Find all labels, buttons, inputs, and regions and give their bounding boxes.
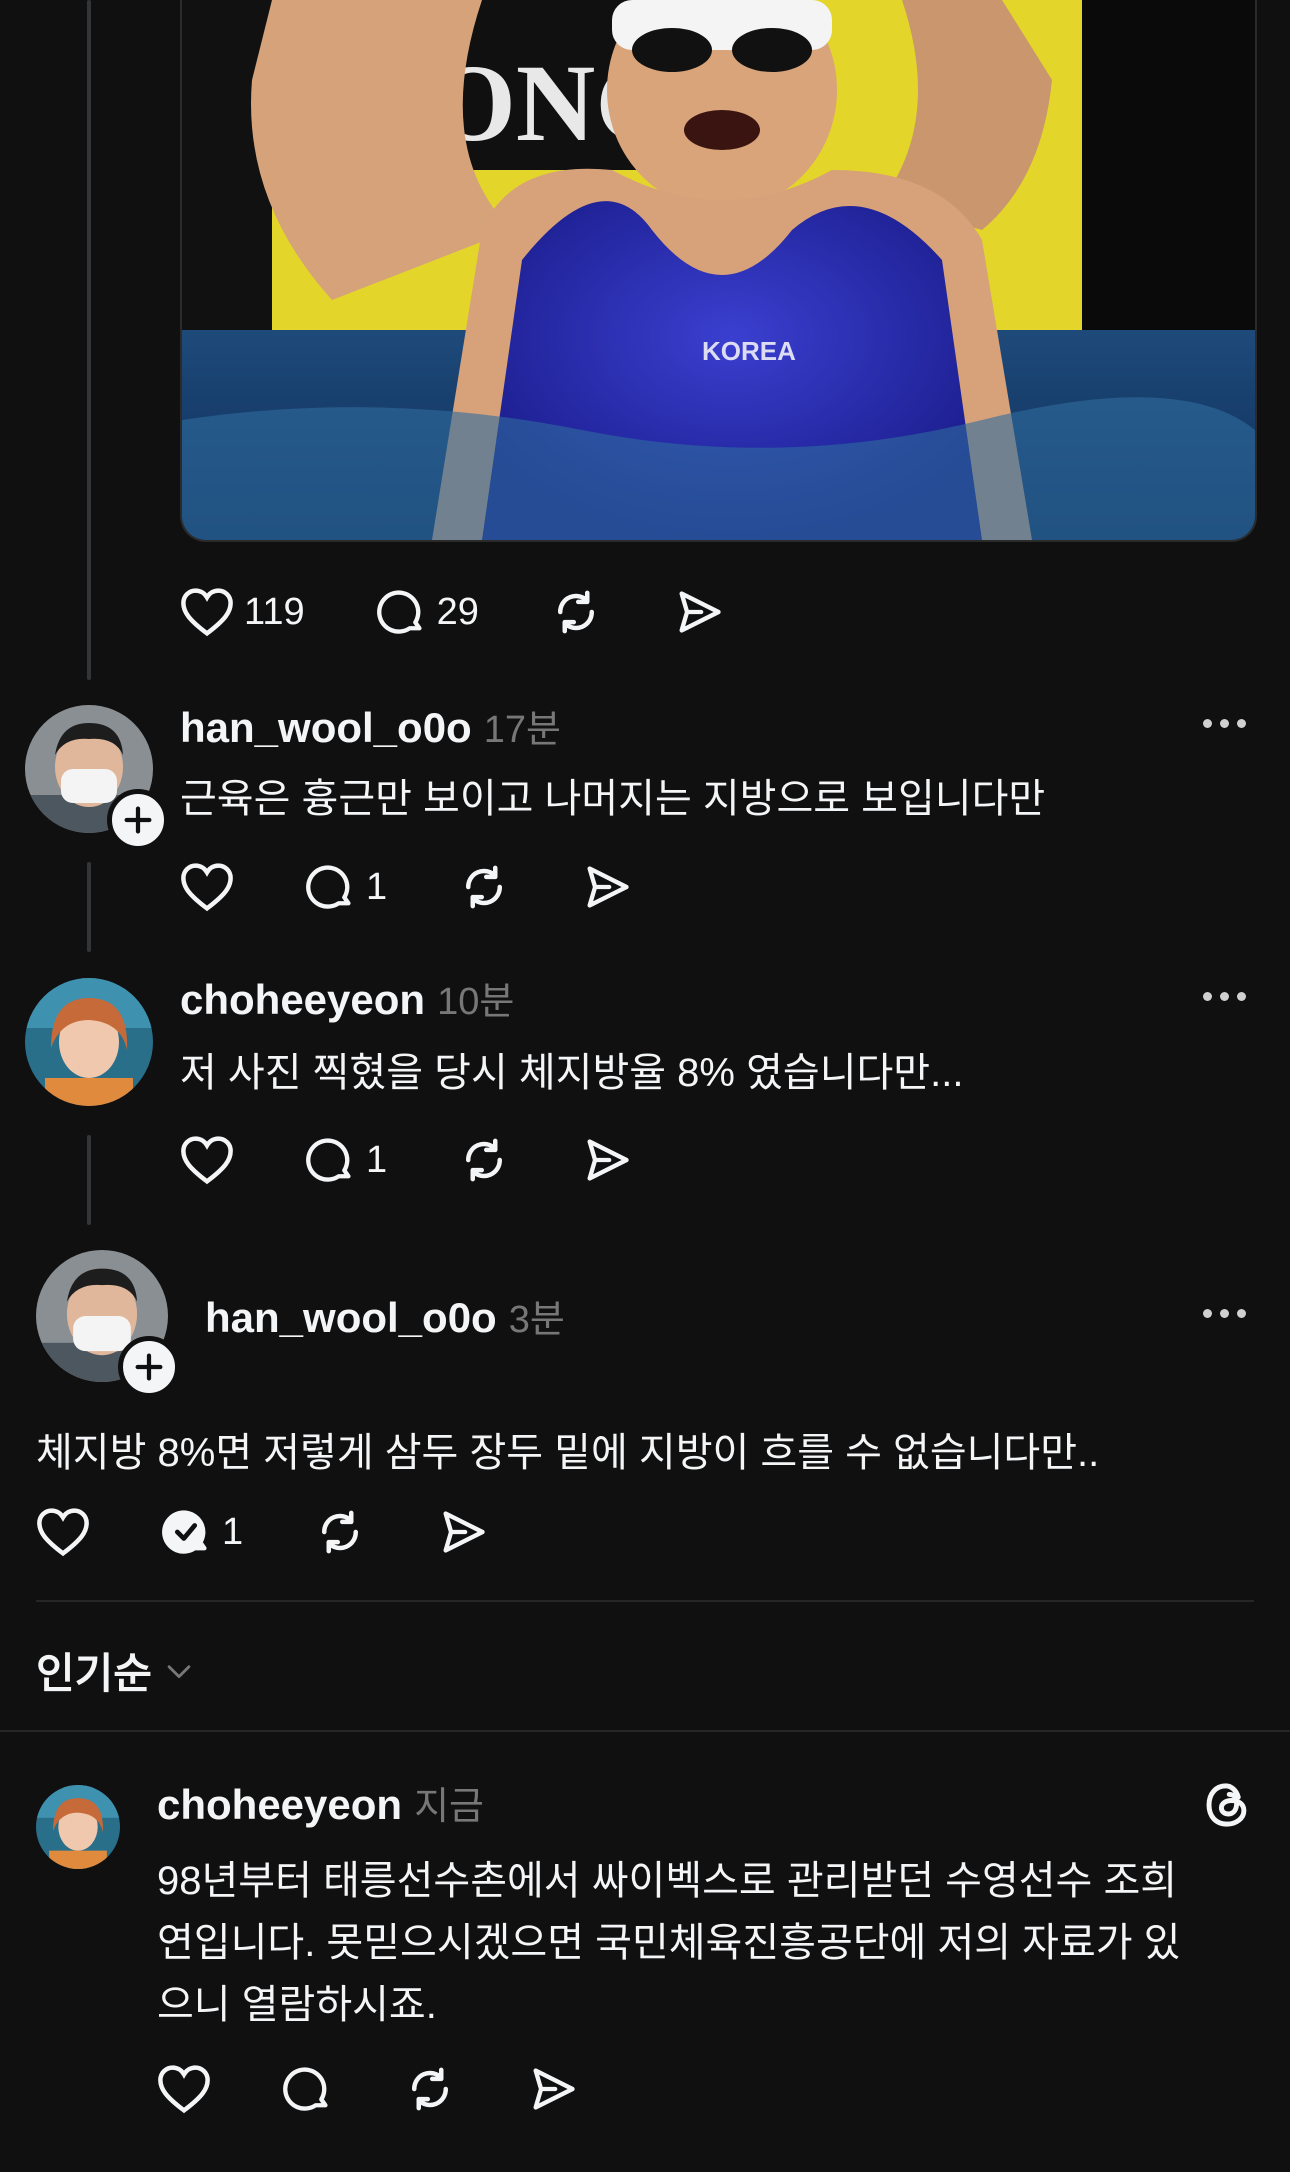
more-icon[interactable] <box>1203 1309 1246 1318</box>
share-icon <box>587 1139 629 1181</box>
share-button[interactable] <box>581 861 633 913</box>
heart-icon <box>158 2065 210 2114</box>
thread-line <box>87 1135 91 1225</box>
heart-icon <box>37 1508 89 1557</box>
repost-icon <box>466 1138 503 1182</box>
repost-button[interactable] <box>457 1133 511 1187</box>
post-text-line: 연입니다. 못믿으시겠으면 국민체육진흥공단에 저의 자료가 있 <box>157 1921 1181 1965</box>
post-actions <box>157 2062 579 2116</box>
reply-text: 저 사진 찍혔을 당시 체지방율 8% 였습니다만... <box>180 1051 964 1095</box>
reply-button[interactable]: 29 <box>375 586 479 638</box>
share-icon <box>443 1511 485 1553</box>
comment-icon <box>283 2067 328 2111</box>
divider <box>0 1730 1290 1732</box>
username-text[interactable]: han_wool_o0o <box>180 704 472 751</box>
avatar[interactable] <box>25 978 153 1106</box>
plus-icon <box>124 806 152 834</box>
heart-icon <box>181 588 233 637</box>
reply-actions: 1 <box>180 860 633 914</box>
follow-button[interactable] <box>118 1336 180 1398</box>
sort-dropdown[interactable]: 인기순 <box>36 1640 196 1701</box>
chevron-down-icon <box>167 1664 191 1678</box>
reply-text: 체지방 8%면 저렇게 삼두 장두 밑에 지방이 흐를 수 없습니다만.. <box>36 1431 1100 1475</box>
comment-icon <box>306 865 351 909</box>
reply-button[interactable]: 1 <box>304 861 387 913</box>
follow-button[interactable] <box>107 789 169 851</box>
reply-count: 1 <box>222 1510 244 1553</box>
repost-icon <box>411 2067 449 2111</box>
reply-username[interactable]: han_wool_o0o 17분 <box>180 698 561 753</box>
share-icon <box>679 591 721 633</box>
repost-button[interactable] <box>313 1505 367 1559</box>
thread-line <box>87 862 91 952</box>
heart-icon <box>181 863 233 912</box>
svg-text:KOREA: KOREA <box>702 336 796 366</box>
swimmer-photo: LONGI KOREA <box>182 0 1255 540</box>
post-image[interactable]: LONGI KOREA <box>180 0 1257 542</box>
reply-username[interactable]: choheeyeon 10분 <box>180 970 514 1025</box>
like-button[interactable] <box>180 1135 234 1185</box>
like-button[interactable] <box>36 1507 90 1557</box>
plus-icon <box>135 1353 163 1381</box>
repost-icon <box>557 590 594 634</box>
timestamp: 3분 <box>508 1299 565 1341</box>
post-actions: 119 29 <box>180 585 725 639</box>
reply-button[interactable] <box>281 2063 333 2115</box>
reply-count: 29 <box>436 590 479 633</box>
share-button[interactable] <box>673 586 725 638</box>
share-button[interactable] <box>581 1134 633 1186</box>
reply-count: 1 <box>366 1138 388 1181</box>
divider <box>36 1600 1254 1602</box>
username-text[interactable]: choheeyeon <box>157 1781 402 1828</box>
username-text[interactable]: han_wool_o0o <box>205 1294 497 1341</box>
comment-icon <box>306 1138 351 1182</box>
post-username[interactable]: choheeyeon 지금 <box>157 1775 484 1830</box>
reply-actions: 1 <box>36 1505 489 1559</box>
reply-username[interactable]: han_wool_o0o 3분 <box>205 1288 565 1343</box>
comment-checked-icon <box>162 1510 207 1554</box>
threads-logo-icon <box>1200 1778 1254 1837</box>
like-button[interactable] <box>180 862 234 912</box>
heart-icon <box>181 1136 233 1185</box>
reply-actions: 1 <box>180 1133 633 1187</box>
sort-label: 인기순 <box>36 1650 152 1697</box>
share-button[interactable] <box>437 1506 489 1558</box>
timestamp: 10분 <box>437 981 515 1023</box>
reply-text: 근육은 흉근만 보이고 나머지는 지방으로 보입니다만 <box>180 777 1046 821</box>
share-icon <box>587 866 629 908</box>
avatar[interactable] <box>36 1785 120 1869</box>
reply-count: 1 <box>366 865 388 908</box>
repost-button[interactable] <box>457 860 511 914</box>
like-button[interactable] <box>157 2064 211 2114</box>
timestamp: 지금 <box>414 1786 484 1828</box>
share-button[interactable] <box>527 2063 579 2115</box>
timestamp: 17분 <box>483 709 561 751</box>
more-icon[interactable] <box>1203 719 1246 728</box>
repost-button[interactable] <box>549 585 603 639</box>
thread-line <box>87 0 91 680</box>
post-text-line: 98년부터 태릉선수촌에서 싸이벡스로 관리받던 수영선수 조희 <box>157 1859 1178 1903</box>
avatar-image <box>36 1785 120 1869</box>
like-count: 119 <box>244 590 305 633</box>
more-icon[interactable] <box>1203 992 1246 1001</box>
comment-icon <box>376 590 422 634</box>
like-button[interactable]: 119 <box>180 587 305 637</box>
repost-icon <box>322 1510 359 1554</box>
share-icon <box>533 2068 575 2110</box>
reply-button[interactable]: 1 <box>304 1134 387 1186</box>
repost-icon <box>466 865 503 909</box>
post-text-line: 으니 열람하시죠. <box>157 1983 437 2027</box>
reply-button[interactable]: 1 <box>160 1506 243 1558</box>
avatar-image <box>25 978 153 1106</box>
repost-button[interactable] <box>403 2062 457 2116</box>
username-text[interactable]: choheeyeon <box>180 976 425 1023</box>
